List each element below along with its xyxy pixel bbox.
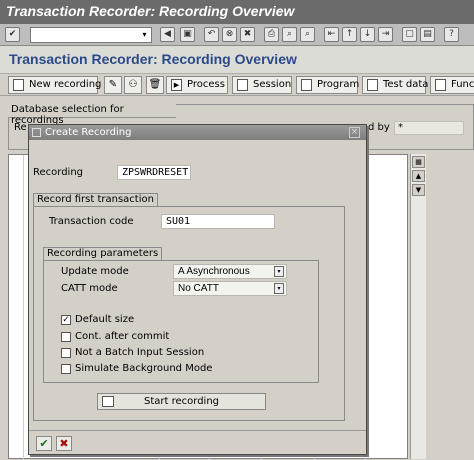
program-button[interactable]: Program (296, 76, 360, 94)
function-module-button[interactable]: Funct (430, 76, 474, 94)
record-icon (102, 396, 114, 407)
test-data-button[interactable]: Test data (362, 76, 429, 94)
help-icon[interactable]: ? (444, 27, 459, 42)
recording-input[interactable]: ZPSWRDRESET (117, 165, 191, 180)
update-mode-label: Update mode (61, 266, 129, 277)
prev-page-icon[interactable]: ↑ (342, 27, 357, 42)
create-recording-dialog: Create Recording × Recording ZPSWRDRESET… (28, 124, 367, 455)
check-icon[interactable]: ✔ (36, 436, 52, 451)
dialog-icon (32, 128, 41, 137)
default-size-checkbox[interactable]: ✓ (61, 315, 71, 325)
test-data-label: Test data (383, 79, 429, 90)
session-label: Session (253, 79, 292, 90)
history-icon[interactable]: ◀ (160, 27, 175, 42)
print-icon[interactable]: ⎙ (264, 27, 279, 42)
new-session-icon[interactable]: ▢ (402, 27, 417, 42)
process-button[interactable]: ▶ Process (166, 76, 228, 94)
not-batch-input-checkbox[interactable] (61, 348, 71, 358)
created-by-field[interactable]: * (394, 121, 464, 135)
scroll-down-icon[interactable]: ▼ (412, 184, 425, 196)
simulate-background-label: Simulate Background Mode (75, 363, 213, 374)
first-transaction-group-title: Record first transaction (33, 193, 158, 206)
next-page-icon[interactable]: ↓ (360, 27, 375, 42)
catt-mode-value: No CATT (178, 283, 219, 294)
catt-mode-select[interactable]: No CATT ▾ (173, 281, 287, 296)
dialog-title: Create Recording (29, 125, 366, 140)
background-label-right: d by (368, 122, 390, 133)
back-icon[interactable]: ↶ (204, 27, 219, 42)
new-recording-button[interactable]: New recording (8, 76, 102, 94)
cancel-icon[interactable]: ✖ (240, 27, 255, 42)
not-batch-input-label: Not a Batch Input Session (75, 347, 205, 358)
delete-button[interactable]: 🗑 (146, 76, 164, 94)
display-button[interactable]: ⚇ (124, 76, 142, 94)
document-icon (13, 79, 24, 91)
dropdown-icon[interactable]: ▾ (139, 29, 150, 41)
window-title: Transaction Recorder: Recording Overview (0, 0, 474, 24)
update-mode-value: A Asynchronous (178, 266, 250, 277)
transaction-code-input[interactable]: SU01 (161, 214, 275, 229)
function-icon (435, 79, 446, 91)
test-data-icon (367, 79, 378, 91)
update-mode-select[interactable]: A Asynchronous ▾ (173, 264, 287, 279)
command-field[interactable]: ▾ (30, 27, 152, 43)
enter-icon[interactable]: ✔ (5, 27, 20, 42)
start-recording-button[interactable]: Start recording (97, 393, 266, 410)
trash-icon: 🗑 (148, 79, 162, 90)
process-label: Process (187, 79, 225, 90)
close-icon[interactable]: × (349, 127, 360, 138)
scroll-up-icon[interactable]: ▲ (412, 170, 425, 182)
save-icon[interactable]: ▣ (180, 27, 195, 42)
first-page-icon[interactable]: ⇤ (324, 27, 339, 42)
session-icon (237, 79, 248, 91)
dialog-footer: ✔ ✖ (29, 430, 366, 455)
page-title: Transaction Recorder: Recording Overview (0, 46, 474, 74)
find-next-icon[interactable]: ⌕ (300, 27, 315, 42)
simulate-background-checkbox[interactable] (61, 364, 71, 374)
session-button[interactable]: Session (232, 76, 292, 94)
table-settings-icon[interactable]: ▦ (412, 156, 425, 168)
edit-button[interactable]: ✎ (104, 76, 122, 94)
dropdown-icon[interactable]: ▾ (274, 283, 284, 294)
program-label: Program (317, 79, 360, 90)
dropdown-icon[interactable]: ▾ (274, 266, 284, 277)
default-size-label: Default size (75, 314, 135, 325)
catt-mode-label: CATT mode (61, 283, 118, 294)
transaction-code-label: Transaction code (49, 216, 134, 227)
cont-after-commit-label: Cont. after commit (75, 331, 170, 342)
glasses-icon: ⚇ (128, 79, 138, 90)
shortcut-icon[interactable]: ▤ (420, 27, 435, 42)
new-recording-label: New recording (29, 79, 102, 90)
last-page-icon[interactable]: ⇥ (378, 27, 393, 42)
recording-label: Recording (33, 167, 84, 178)
recording-parameters-group-title: Recording parameters (43, 247, 163, 260)
program-icon (301, 79, 312, 91)
vertical-scrollbar[interactable]: ▦ ▲ ▼ (410, 154, 426, 459)
execute-icon: ▶ (171, 79, 182, 91)
pencil-icon: ✎ (108, 79, 118, 90)
background-label-left: Re (14, 122, 27, 133)
function-module-label: Funct (451, 79, 474, 90)
x-icon[interactable]: ✖ (56, 436, 72, 451)
cont-after-commit-checkbox[interactable] (61, 332, 71, 342)
start-recording-label: Start recording (143, 396, 219, 407)
standard-toolbar: ✔ ▾ ◀ ▣ ↶ ⊗ ✖ ⎙ ⌕ ⌕ ⇤ ↑ ↓ ⇥ ▢ ▤ ? (0, 24, 474, 46)
find-icon[interactable]: ⌕ (282, 27, 297, 42)
dialog-title-text: Create Recording (45, 127, 132, 138)
selection-frame-title: Database selection for recordings (8, 104, 176, 126)
application-toolbar: New recording ✎ ⚇ 🗑 ▶ Process Session Pro… (0, 74, 474, 96)
exit-icon[interactable]: ⊗ (222, 27, 237, 42)
